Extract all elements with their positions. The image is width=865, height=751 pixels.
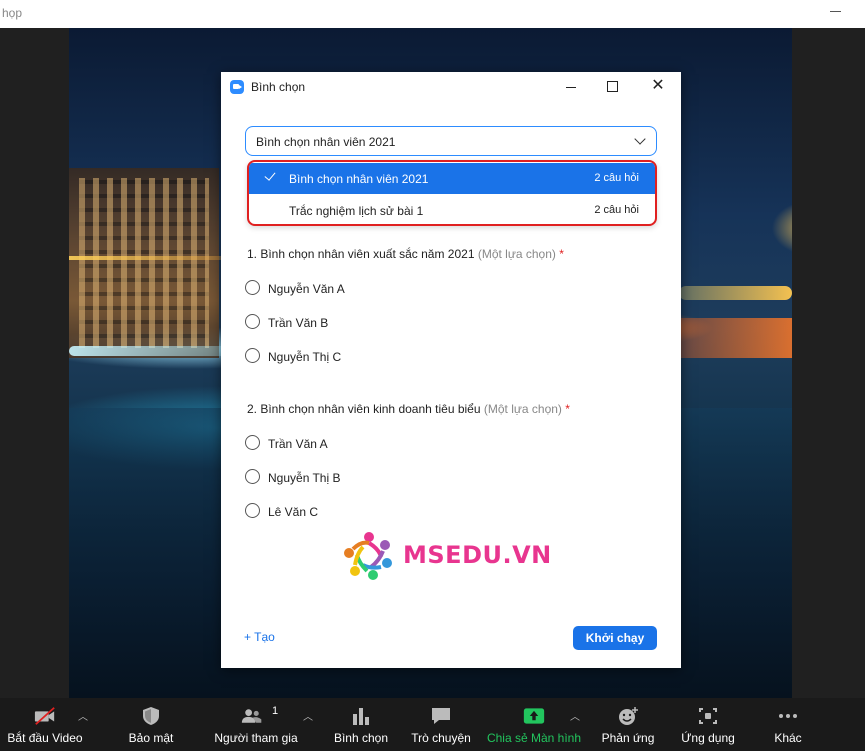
light-streak (69, 256, 229, 260)
reactions-button[interactable]: Phản ứng (594, 698, 662, 751)
msedu-logo: MSEDU.VN (341, 527, 561, 587)
window-title: họp (2, 6, 23, 20)
window-minimize-button[interactable] (829, 4, 843, 18)
launch-poll-button[interactable]: Khởi chạy (573, 626, 657, 650)
emoji-reaction-icon (619, 707, 638, 725)
share-options-caret[interactable]: ︿ (570, 708, 580, 723)
meeting-toolbar: Bắt đầu Video ︿ Bảo mật 1 Người tham gia… (0, 698, 865, 751)
answer-radio[interactable] (245, 280, 260, 295)
more-dots-icon (779, 714, 797, 718)
chat-bubble-icon (432, 708, 450, 724)
dialog-title: Bình chọn (251, 80, 306, 94)
answer-label: Trần Văn B (268, 316, 329, 330)
answer-label: Nguyễn Thị C (268, 350, 342, 364)
share-screen-icon (523, 708, 545, 724)
start-video-button[interactable]: Bắt đầu Video (0, 698, 90, 751)
dialog-minimize-button[interactable] (561, 78, 581, 96)
answer-radio[interactable] (245, 469, 260, 484)
share-screen-label: Chia sẻ Màn hình (486, 731, 582, 745)
reactions-label: Phản ứng (601, 731, 655, 745)
create-poll-link[interactable]: + Tạo (244, 630, 275, 644)
start-video-label: Bắt đầu Video (7, 731, 83, 745)
question-text: 2. Bình chọn nhân viên kinh doanh tiêu b… (247, 402, 481, 416)
answer-label: Nguyễn Văn A (268, 282, 345, 296)
msedu-logo-text: MSEDU.VN (403, 541, 552, 569)
poll-select-dropdown[interactable]: Bình chọn nhân viên 2021 (245, 126, 657, 156)
poll-options-list: Bình chọn nhân viên 2021 2 câu hỏi Trắc … (247, 160, 657, 226)
poll-option-count: 2 câu hỏi (594, 204, 639, 216)
apps-label: Ứng dụng (681, 731, 735, 745)
checkmark-icon (264, 169, 276, 181)
poll-option-count: 2 câu hỏi (594, 172, 639, 184)
question-hint: (Một lựa chọn) (477, 247, 556, 261)
participants-button[interactable]: 1 Người tham gia (206, 698, 306, 751)
question-title: 1. Bình chọn nhân viên xuất sắc năm 2021… (247, 247, 564, 261)
participants-options-caret[interactable]: ︿ (303, 708, 313, 723)
poll-dialog: Bình chọn ✕ Bình chọn nhân viên 2021 Bìn… (221, 72, 681, 668)
answer-label: Trần Văn A (268, 437, 328, 451)
light-streak (669, 318, 792, 358)
participants-label: Người tham gia (214, 731, 298, 745)
question-hint: (Một lựa chọn) (483, 402, 562, 416)
video-options-caret[interactable]: ︿ (78, 708, 88, 723)
msedu-logo-icon (344, 532, 392, 580)
answer-radio[interactable] (245, 348, 260, 363)
dialog-header: Bình chọn ✕ (221, 72, 681, 102)
chevron-down-icon (634, 133, 646, 145)
answer-label: Nguyễn Thị B (268, 471, 341, 485)
dialog-maximize-button[interactable] (602, 78, 622, 96)
answer-label: Lê Văn C (268, 505, 319, 519)
answer-radio[interactable] (245, 503, 260, 518)
required-marker: * (565, 402, 570, 416)
background-building (69, 168, 219, 358)
apps-button[interactable]: Ứng dụng (674, 698, 742, 751)
answer-radio[interactable] (245, 435, 260, 450)
shield-icon (143, 707, 159, 725)
question-text: 1. Bình chọn nhân viên xuất sắc năm 2021 (247, 247, 475, 261)
chat-button[interactable]: Trò chuyện (404, 698, 478, 751)
security-button[interactable]: Bảo mật (112, 698, 190, 751)
video-off-icon (34, 707, 55, 725)
answer-radio[interactable] (245, 314, 260, 329)
poll-option-label: Trắc nghiệm lịch sử bài 1 (289, 204, 424, 218)
polls-label: Bình chọn (333, 731, 389, 745)
apps-icon (699, 708, 717, 724)
chat-label: Trò chuyện (411, 731, 471, 745)
poll-select-value: Bình chọn nhân viên 2021 (256, 135, 396, 149)
participants-icon (241, 709, 262, 723)
poll-option-selected[interactable]: Bình chọn nhân viên 2021 2 câu hỏi (249, 163, 655, 194)
question-title: 2. Bình chọn nhân viên kinh doanh tiêu b… (247, 402, 570, 416)
bar-chart-icon (353, 708, 369, 725)
polls-button[interactable]: Bình chọn (326, 698, 396, 751)
zoom-meeting-window: họp Bình chọn ✕ Bình chọn nhân viên 2021 (0, 0, 865, 751)
zoom-app-icon (230, 80, 244, 94)
poll-option-label: Bình chọn nhân viên 2021 (289, 172, 429, 186)
poll-option[interactable]: Trắc nghiệm lịch sử bài 1 2 câu hỏi (249, 195, 655, 224)
light-streak (679, 286, 792, 300)
security-label: Bảo mật (128, 731, 174, 745)
window-title-bar: họp (0, 0, 865, 28)
more-button[interactable]: Khác (760, 698, 816, 751)
meeting-area: Bình chọn ✕ Bình chọn nhân viên 2021 Bìn… (0, 28, 865, 698)
dialog-close-button[interactable]: ✕ (648, 78, 668, 96)
required-marker: * (559, 247, 564, 261)
participants-count: 1 (272, 705, 279, 717)
more-label: Khác (774, 731, 802, 745)
share-screen-button[interactable]: Chia sẻ Màn hình (484, 698, 584, 751)
